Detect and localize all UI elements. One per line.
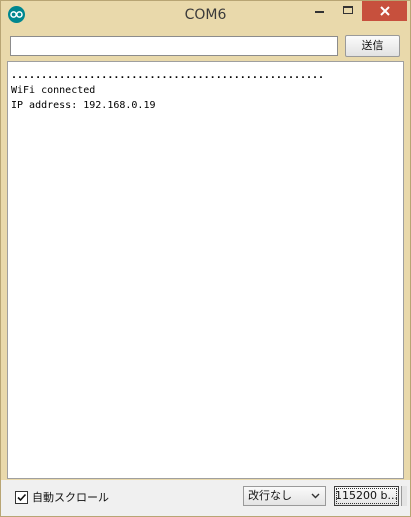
maximize-icon	[343, 6, 353, 14]
serial-monitor-window: COM6 送信 ................................…	[0, 0, 411, 517]
output-line: IP address: 192.168.0.19	[11, 100, 156, 111]
maximize-button[interactable]	[335, 1, 361, 21]
autoscroll-checkbox[interactable]: 自動スクロール	[15, 489, 109, 505]
send-input[interactable]	[10, 36, 338, 56]
checkbox-box[interactable]	[15, 490, 28, 504]
output-line: ........................................…	[11, 70, 325, 81]
baud-rate-select[interactable]: 115200 b...	[334, 486, 399, 506]
serial-output[interactable]: ........................................…	[7, 61, 404, 479]
minimize-button[interactable]	[306, 1, 332, 21]
line-ending-value: 改行なし	[248, 489, 292, 502]
line-ending-select[interactable]: 改行なし	[243, 486, 326, 506]
minimize-icon	[315, 11, 324, 13]
autoscroll-label: 自動スクロール	[32, 491, 109, 504]
send-button[interactable]: 送信	[345, 35, 400, 57]
bottom-toolbar: 自動スクロール 改行なし 115200 b...	[1, 480, 410, 516]
output-line: WiFi connected	[11, 85, 96, 96]
close-icon	[379, 6, 390, 16]
chevron-down-icon	[311, 493, 320, 499]
title-bar[interactable]: COM6	[1, 1, 410, 31]
close-button[interactable]	[362, 1, 407, 21]
baud-dropdown-edge[interactable]	[401, 486, 407, 506]
checkmark-icon	[17, 493, 27, 501]
